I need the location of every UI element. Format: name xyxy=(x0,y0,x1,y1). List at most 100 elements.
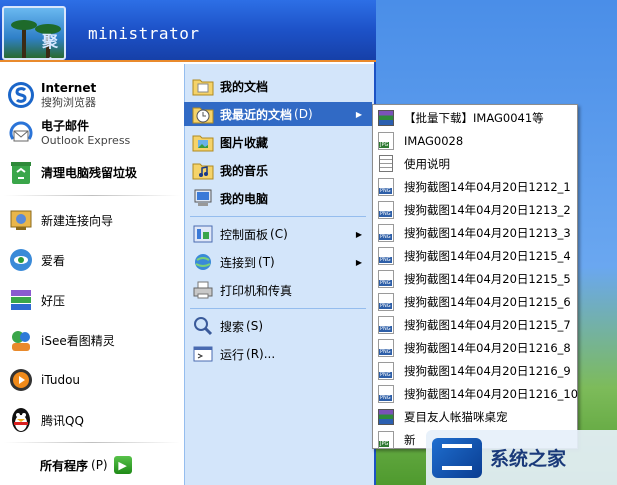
network-globe-icon xyxy=(192,251,214,273)
pane-divider xyxy=(4,442,180,443)
png-file-icon xyxy=(377,384,395,403)
recent-documents-icon xyxy=(192,103,214,125)
all-programs-accel: (P) xyxy=(91,458,108,472)
watermark-logo-icon xyxy=(432,437,482,478)
rar-archive-icon xyxy=(377,109,395,127)
submenu-arrow-icon: ▶ xyxy=(355,109,362,119)
my-pictures-label: 图片收藏 xyxy=(220,135,269,150)
recent-documents-submenu: 【批量下载】IMAG0041等 IMAG0028 使用说明 搜狗截图14年04月… xyxy=(372,104,578,449)
program-connection-wizard-label: 新建连接向导 xyxy=(41,213,114,228)
png-file-icon xyxy=(377,269,395,288)
recycle-bin-icon xyxy=(6,158,36,188)
recent-documents-label: 我最近的文档 xyxy=(220,107,293,122)
pinned-internet[interactable]: Internet 搜狗浏览器 xyxy=(0,78,184,112)
start-menu: 聚会00 ministrator Internet 搜狗浏览器 电子邮件 Out… xyxy=(0,0,376,485)
aikan-icon xyxy=(6,245,36,275)
search-icon xyxy=(192,315,214,337)
my-pictures-item[interactable]: 图片收藏 xyxy=(184,130,372,154)
my-music-item[interactable]: 我的音乐 xyxy=(184,158,372,182)
program-haozip[interactable]: 好压 xyxy=(0,283,184,317)
recent-doc-item[interactable]: 夏目友人帐猫咪桌宠 xyxy=(373,405,577,428)
user-avatar[interactable]: 聚会00 xyxy=(2,6,66,60)
qq-penguin-icon xyxy=(6,405,36,435)
jpg-file-icon xyxy=(377,430,395,449)
printers-item[interactable]: 打印机和传真 xyxy=(184,278,372,302)
recent-doc-label: 搜狗截图14年04月20日1216_9 xyxy=(404,363,571,378)
program-itudou[interactable]: iTudou xyxy=(0,363,184,397)
recent-doc-item[interactable]: 搜狗截图14年04月20日1213_2 xyxy=(373,198,577,221)
all-programs-button[interactable]: 所有程序 (P) ▶ xyxy=(0,445,184,485)
program-itudou-label: iTudou xyxy=(41,373,81,387)
folder-documents-icon xyxy=(192,75,214,97)
program-isee-label: iSee看图精灵 xyxy=(41,333,115,348)
pinned-internet-title: Internet xyxy=(41,80,97,95)
program-aikan-label: 爱看 xyxy=(41,253,66,268)
recent-doc-item[interactable]: 搜狗截图14年04月20日1216_10 xyxy=(373,382,579,405)
recent-doc-item[interactable]: 搜狗截图14年04月20日1216_9 xyxy=(373,359,577,382)
program-connection-wizard[interactable]: 新建连接向导 xyxy=(0,203,184,237)
site-watermark: 系统之家 xyxy=(426,430,617,485)
recent-documents-accel: (D) xyxy=(294,107,313,121)
run-item[interactable]: 运行 (R)... xyxy=(184,342,372,366)
png-file-icon xyxy=(377,200,395,219)
recent-doc-item[interactable]: 使用说明 xyxy=(373,152,577,175)
my-documents-item[interactable]: 我的文档 xyxy=(184,74,372,98)
folder-pictures-icon xyxy=(192,131,214,153)
program-cleanup-label: 清理电脑残留垃圾 xyxy=(41,165,138,180)
text-file-icon xyxy=(377,155,395,173)
isee-viewer-icon xyxy=(6,325,36,355)
recent-doc-label: 搜狗截图14年04月20日1215_4 xyxy=(404,248,571,263)
control-panel-item[interactable]: 控制面板 (C) ▶ xyxy=(184,222,372,246)
recent-doc-item[interactable]: 搜狗截图14年04月20日1212_1 xyxy=(373,175,577,198)
search-item[interactable]: 搜索 (S) xyxy=(184,314,372,338)
recent-doc-label: 搜狗截图14年04月20日1212_1 xyxy=(404,179,571,194)
play-arrow-icon: ▶ xyxy=(113,456,132,474)
recent-doc-item[interactable]: IMAG0028 xyxy=(373,129,577,152)
sogou-browser-icon xyxy=(6,80,36,110)
program-haozip-label: 好压 xyxy=(41,293,66,308)
jpg-file-icon xyxy=(377,131,395,150)
right-pane-divider xyxy=(190,308,366,309)
my-computer-item[interactable]: 我的电脑 xyxy=(184,186,372,210)
program-isee[interactable]: iSee看图精灵 xyxy=(0,323,184,357)
connect-to-item[interactable]: 连接到 (T) ▶ xyxy=(184,250,372,274)
recent-doc-item[interactable]: 【批量下载】IMAG0041等 xyxy=(373,106,577,129)
control-panel-label: 控制面板 xyxy=(220,227,269,242)
recent-doc-label: IMAG0028 xyxy=(404,133,464,148)
recent-doc-item[interactable]: 搜狗截图14年04月20日1215_4 xyxy=(373,244,577,267)
recent-doc-label: 夏目友人帐猫咪桌宠 xyxy=(404,409,508,424)
program-qq[interactable]: 腾讯QQ xyxy=(0,403,184,437)
connect-to-accel: (T) xyxy=(258,255,275,269)
right-pane-divider xyxy=(190,216,366,217)
recent-doc-item[interactable]: 搜狗截图14年04月20日1215_6 xyxy=(373,290,577,313)
submenu-arrow-icon: ▶ xyxy=(355,257,362,267)
palm-leaf xyxy=(11,20,37,30)
png-file-icon xyxy=(377,338,395,357)
my-documents-label: 我的文档 xyxy=(220,79,269,94)
recent-doc-item[interactable]: 搜狗截图14年04月20日1215_7 xyxy=(373,313,577,336)
png-file-icon xyxy=(377,223,395,242)
png-file-icon xyxy=(377,361,395,380)
run-label: 运行 xyxy=(220,347,245,362)
recent-doc-label: 搜狗截图14年04月20日1216_10 xyxy=(404,386,579,401)
pane-divider xyxy=(4,195,180,196)
all-programs-label: 所有程序 xyxy=(40,458,89,473)
pinned-email-subtitle: Outlook Express xyxy=(41,133,131,147)
recent-doc-item[interactable]: 搜狗截图14年04月20日1213_3 xyxy=(373,221,577,244)
rar-archive-icon xyxy=(377,408,395,426)
recent-doc-label: 搜狗截图14年04月20日1216_8 xyxy=(404,340,571,355)
recent-documents-item[interactable]: 我最近的文档 (D) ▶ xyxy=(184,102,372,126)
run-accel: (R)... xyxy=(246,347,276,361)
recent-doc-item[interactable]: 搜狗截图14年04月20日1216_8 xyxy=(373,336,577,359)
png-file-icon xyxy=(377,315,395,334)
pinned-email[interactable]: 电子邮件 Outlook Express xyxy=(0,116,184,150)
my-computer-label: 我的电脑 xyxy=(220,191,269,206)
program-cleanup[interactable]: 清理电脑残留垃圾 xyxy=(0,156,184,190)
connect-to-label: 连接到 xyxy=(220,255,257,270)
recent-doc-label: 搜狗截图14年04月20日1215_7 xyxy=(404,317,571,332)
program-aikan[interactable]: 爱看 xyxy=(0,243,184,277)
recent-doc-item[interactable]: 搜狗截图14年04月20日1215_5 xyxy=(373,267,577,290)
outlook-express-icon xyxy=(6,118,36,148)
png-file-icon xyxy=(377,292,395,311)
user-name: ministrator xyxy=(88,24,200,43)
